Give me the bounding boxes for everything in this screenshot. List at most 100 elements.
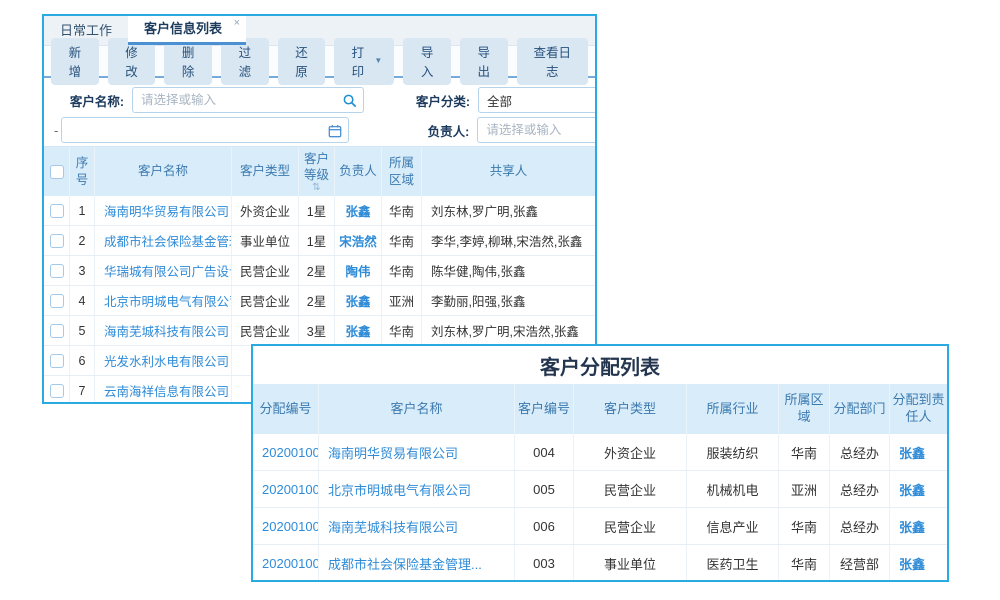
row-checkbox[interactable] — [50, 354, 64, 368]
row-index: 7 — [70, 376, 95, 404]
industry: 信息产业 — [687, 508, 779, 544]
column-header-no: 序号 — [70, 147, 95, 196]
customer-level: 2星 — [299, 286, 335, 315]
table-row[interactable]: 4 北京市明城电气有限公司 民营企业 2星 张鑫 亚洲 李勤丽,阳强,张鑫 — [44, 286, 595, 316]
table-row[interactable]: 2020010006 海南明华贸易有限公司 004 外资企业 服装纺织 华南 总… — [253, 434, 947, 471]
customer-name-link[interactable]: 光发水利水电有限公司 — [95, 346, 232, 375]
region: 华南 — [779, 545, 830, 581]
customer-level: 1星 — [299, 196, 335, 225]
import-button[interactable]: 导入 — [403, 38, 451, 85]
customer-level: 2星 — [299, 256, 335, 285]
export-button[interactable]: 导出 — [460, 38, 508, 85]
region: 华南 — [382, 196, 422, 225]
row-index: 2 — [70, 226, 95, 255]
allocation-dept: 经营部 — [830, 545, 890, 581]
column-header-customer-type: 客户类型 — [232, 147, 299, 196]
row-checkbox[interactable] — [50, 204, 64, 218]
table-row[interactable]: 2020010005 北京市明城电气有限公司 005 民营企业 机械机电 亚洲 … — [253, 471, 947, 508]
view-log-button[interactable]: 查看日志 — [517, 38, 588, 85]
customer-allocation-panel: 客户分配列表 分配编号 客户名称 客户编号 客户类型 所属行业 所属区域 分配部… — [251, 344, 949, 582]
column-header-customer-level: 客户等级 ⇅ — [299, 147, 335, 196]
customer-name-link[interactable]: 云南海祥信息有限公司 — [95, 376, 232, 404]
table-row[interactable]: 2 成都市社会保险基金管理... 事业单位 1星 宋浩然 华南 李华,李婷,柳琳… — [44, 226, 595, 256]
region: 华南 — [382, 256, 422, 285]
allocation-no-link[interactable]: 2020010001 — [253, 545, 319, 581]
tab-label: 客户信息列表 — [144, 21, 222, 36]
region: 亚洲 — [382, 286, 422, 315]
allocation-no-link[interactable]: 2020010006 — [253, 434, 319, 470]
date-input[interactable] — [62, 118, 348, 142]
column-header-industry: 所属行业 — [687, 384, 779, 434]
page-background: 日常工作 客户信息列表 × 新增 修改 删除 过滤 还原 打印 ▼ 导入 导出 … — [0, 0, 1000, 600]
table-row[interactable]: 2020010004 海南芜城科技有限公司 006 民营企业 信息产业 华南 总… — [253, 508, 947, 545]
assignee-link[interactable]: 张鑫 — [890, 434, 947, 470]
customer-name-link[interactable]: 北京市明城电气有限公司 — [319, 471, 515, 507]
restore-button[interactable]: 还原 — [278, 38, 326, 85]
row-checkbox[interactable] — [50, 294, 64, 308]
sort-icon[interactable]: ⇅ — [312, 183, 320, 192]
customer-no: 005 — [515, 471, 574, 507]
table-row[interactable]: 2020010001 成都市社会保险基金管理... 003 事业单位 医药卫生 … — [253, 545, 947, 582]
row-checkbox[interactable] — [50, 234, 64, 248]
allocation-table: 分配编号 客户名称 客户编号 客户类型 所属行业 所属区域 分配部门 分配到责任… — [253, 384, 947, 582]
allocation-dept: 总经办 — [830, 471, 890, 507]
tab-customer-info-list[interactable]: 客户信息列表 × — [128, 16, 246, 45]
filter-area: 客户名称: 客户分类: 全部 - 负责人: — [44, 78, 595, 146]
calendar-icon[interactable] — [328, 124, 342, 141]
customer-type: 外资企业 — [574, 434, 687, 470]
row-checkbox[interactable] — [50, 324, 64, 338]
customer-type: 民营企业 — [232, 256, 299, 285]
print-button[interactable]: 打印 ▼ — [334, 38, 394, 85]
customer-level-label: 客户等级 — [301, 151, 332, 184]
row-index: 1 — [70, 196, 95, 225]
customer-name-link[interactable]: 成都市社会保险基金管理... — [319, 545, 515, 581]
allocation-dept: 总经办 — [830, 434, 890, 470]
row-index: 3 — [70, 256, 95, 285]
allocation-table-header: 分配编号 客户名称 客户编号 客户类型 所属行业 所属区域 分配部门 分配到责任… — [253, 384, 947, 434]
print-button-label: 打印 — [346, 42, 369, 80]
customer-name-link[interactable]: 海南明华贸易有限公司 — [95, 196, 232, 225]
customer-name-link[interactable]: 华瑞城有限公司广告设计部 — [95, 256, 232, 285]
owner-link[interactable]: 宋浩然 — [335, 226, 382, 255]
row-index: 5 — [70, 316, 95, 345]
customer-type: 民营企业 — [574, 471, 687, 507]
customer-table-header: 序号 客户名称 客户类型 客户等级 ⇅ 负责人 所属区域 共享人 — [44, 146, 595, 196]
customer-name-link[interactable]: 北京市明城电气有限公司 — [95, 286, 232, 315]
date-range-separator: - — [50, 123, 61, 138]
customer-name-link[interactable]: 海南芜城科技有限公司 — [319, 508, 515, 544]
assignee-link[interactable]: 张鑫 — [890, 545, 947, 581]
select-all-checkbox[interactable] — [50, 165, 64, 179]
customer-name-input[interactable] — [133, 88, 363, 112]
customer-name-link[interactable]: 海南芜城科技有限公司 — [95, 316, 232, 345]
owner-link[interactable]: 张鑫 — [335, 286, 382, 315]
customer-name-link[interactable]: 海南明华贸易有限公司 — [319, 434, 515, 470]
customer-type: 民营企业 — [232, 316, 299, 345]
row-checkbox[interactable] — [50, 384, 64, 398]
table-row[interactable]: 1 海南明华贸易有限公司 外资企业 1星 张鑫 华南 刘东林,罗广明,张鑫 — [44, 196, 595, 226]
shared-users: 刘东林,罗广明,宋浩然,张鑫 — [422, 316, 595, 345]
owner-link[interactable]: 陶伟 — [335, 256, 382, 285]
owner-input[interactable] — [478, 118, 597, 142]
customer-no: 006 — [515, 508, 574, 544]
allocation-no-link[interactable]: 2020010005 — [253, 471, 319, 507]
row-checkbox[interactable] — [50, 264, 64, 278]
table-row[interactable]: 5 海南芜城科技有限公司 民营企业 3星 张鑫 华南 刘东林,罗广明,宋浩然,张… — [44, 316, 595, 346]
region: 华南 — [382, 316, 422, 345]
tab-close-icon[interactable]: × — [234, 17, 240, 29]
customer-type: 事业单位 — [574, 545, 687, 581]
add-button[interactable]: 新增 — [51, 38, 99, 85]
customer-category-select[interactable]: 全部 — [478, 87, 597, 113]
shared-users: 李华,李婷,柳琳,宋浩然,张鑫 — [422, 226, 595, 255]
owner-link[interactable]: 张鑫 — [335, 316, 382, 345]
customer-name-link[interactable]: 成都市社会保险基金管理... — [95, 226, 232, 255]
table-row[interactable]: 3 华瑞城有限公司广告设计部 民营企业 2星 陶伟 华南 陈华健,陶伟,张鑫 — [44, 256, 595, 286]
assignee-link[interactable]: 张鑫 — [890, 508, 947, 544]
assignee-link[interactable]: 张鑫 — [890, 471, 947, 507]
owner-link[interactable]: 张鑫 — [335, 196, 382, 225]
industry: 医药卫生 — [687, 545, 779, 581]
allocation-dept: 总经办 — [830, 508, 890, 544]
region: 华南 — [779, 434, 830, 470]
column-header-customer-no: 客户编号 — [515, 384, 574, 434]
search-icon[interactable] — [342, 93, 357, 111]
allocation-no-link[interactable]: 2020010004 — [253, 508, 319, 544]
